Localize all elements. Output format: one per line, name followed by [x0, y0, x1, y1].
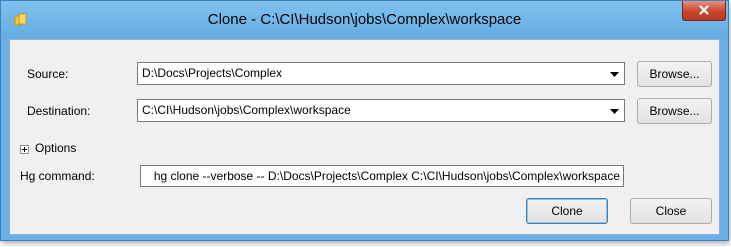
- dialog-body: Source: D:\Docs\Projects\Complex Browse.…: [9, 39, 720, 235]
- options-toggle[interactable]: Options: [35, 141, 76, 155]
- close-icon: [699, 4, 709, 18]
- clone-button[interactable]: Clone: [526, 198, 608, 224]
- source-value: D:\Docs\Projects\Complex: [142, 66, 283, 80]
- source-browse-button[interactable]: Browse...: [637, 61, 712, 87]
- hg-command-field[interactable]: hg clone --verbose -- D:\Docs\Projects\C…: [140, 165, 624, 187]
- clone-dialog-window: Clone - C:\CI\Hudson\jobs\Complex\worksp…: [0, 0, 729, 241]
- window-title: Clone - C:\CI\Hudson\jobs\Complex\worksp…: [207, 11, 522, 28]
- plus-expander-icon[interactable]: [20, 145, 29, 154]
- title-bar[interactable]: Clone - C:\CI\Hudson\jobs\Complex\worksp…: [1, 1, 728, 39]
- hg-command-value: hg clone --verbose -- D:\Docs\Projects\C…: [153, 169, 620, 183]
- source-label: Source:: [27, 67, 69, 81]
- destination-browse-button[interactable]: Browse...: [637, 98, 712, 124]
- destination-combo[interactable]: C:\CI\Hudson\jobs\Complex\workspace: [137, 99, 625, 122]
- hg-command-label: Hg command:: [20, 169, 95, 183]
- destination-label: Destination:: [27, 104, 91, 118]
- source-dropdown-button[interactable]: [607, 65, 622, 82]
- chevron-down-icon: [610, 104, 619, 118]
- chevron-down-icon: [610, 67, 619, 81]
- destination-value: C:\CI\Hudson\jobs\Complex\workspace: [142, 103, 351, 117]
- destination-dropdown-button[interactable]: [607, 102, 622, 119]
- source-combo[interactable]: D:\Docs\Projects\Complex: [137, 62, 625, 85]
- window-close-button[interactable]: [682, 1, 726, 21]
- close-button[interactable]: Close: [630, 198, 712, 224]
